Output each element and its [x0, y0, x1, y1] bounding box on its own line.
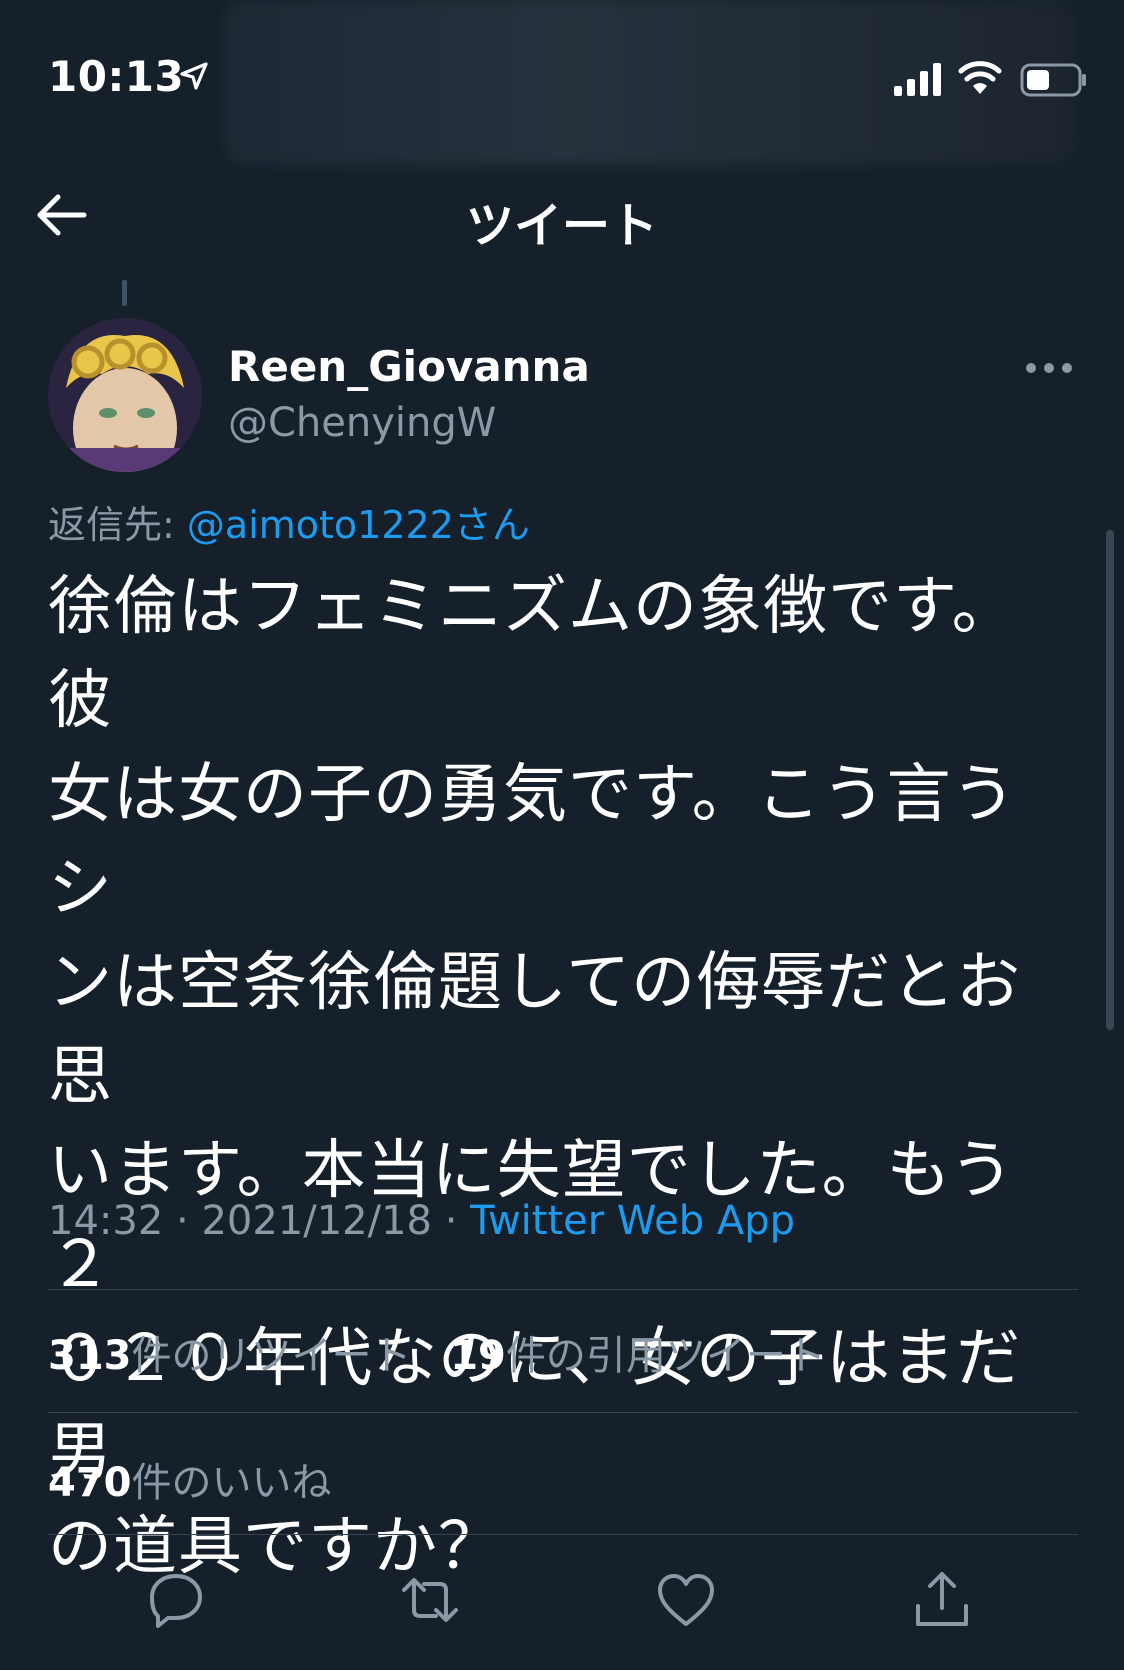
- likes-count: 470: [48, 1460, 132, 1506]
- display-name[interactable]: Reen_Giovanna: [228, 342, 590, 391]
- tweet-time: 14:32: [48, 1198, 164, 1244]
- retweets-stat[interactable]: 313件のリツイート: [48, 1333, 412, 1379]
- battery-icon: [1020, 63, 1086, 97]
- quotes-count: 19: [450, 1333, 506, 1379]
- reply-prefix: 返信先:: [48, 503, 175, 547]
- more-options-icon[interactable]: [1024, 358, 1074, 378]
- signal-bars-icon: [894, 63, 941, 96]
- reply-mention-link[interactable]: @aimoto1222: [187, 503, 454, 547]
- retweets-count: 313: [48, 1333, 132, 1379]
- likes-stat[interactable]: 470件のいいね: [48, 1450, 332, 1508]
- divider: [48, 1289, 1078, 1290]
- wifi-icon: [958, 61, 1002, 94]
- likes-label: 件のいいね: [131, 1460, 332, 1506]
- reply-icon[interactable]: [144, 1568, 208, 1632]
- tweet-source-link[interactable]: Twitter Web App: [470, 1198, 795, 1244]
- reply-to-line: 返信先: @aimoto1222さん: [48, 494, 530, 549]
- retweet-stats-row: 313件のリツイート 19件の引用ツイート: [48, 1323, 852, 1381]
- scrollbar[interactable]: [1106, 530, 1114, 1030]
- like-icon[interactable]: [654, 1568, 718, 1632]
- meta-separator: ·: [176, 1198, 189, 1244]
- blurred-background: [225, 0, 1075, 165]
- thread-connector: [122, 280, 127, 306]
- status-time: 10:13: [48, 52, 185, 101]
- user-handle[interactable]: @ChenyingW: [228, 400, 496, 446]
- share-icon[interactable]: [910, 1568, 974, 1632]
- retweet-icon[interactable]: [398, 1568, 462, 1632]
- avatar-image: [48, 318, 202, 472]
- meta-separator: ·: [444, 1198, 458, 1244]
- divider: [48, 1534, 1078, 1535]
- retweets-label: 件のリツイート: [131, 1333, 412, 1379]
- tweet-date: 2021/12/18: [201, 1198, 432, 1244]
- quotes-label: 件の引用ツイート: [505, 1333, 826, 1379]
- tweet-text: 徐倫はフェミニズムの象徴です。彼 女は女の子の勇気です。こう言うシ ンは空条徐倫…: [48, 570, 1022, 1584]
- page-title: ツイート: [465, 198, 658, 254]
- tweet-meta: 14:32 · 2021/12/18 · Twitter Web App: [48, 1198, 795, 1244]
- reply-honorific[interactable]: さん: [454, 503, 530, 547]
- avatar[interactable]: [48, 318, 202, 472]
- location-arrow-icon: [180, 62, 208, 90]
- quotes-stat[interactable]: 19件の引用ツイート: [450, 1333, 826, 1379]
- divider: [48, 1412, 1078, 1413]
